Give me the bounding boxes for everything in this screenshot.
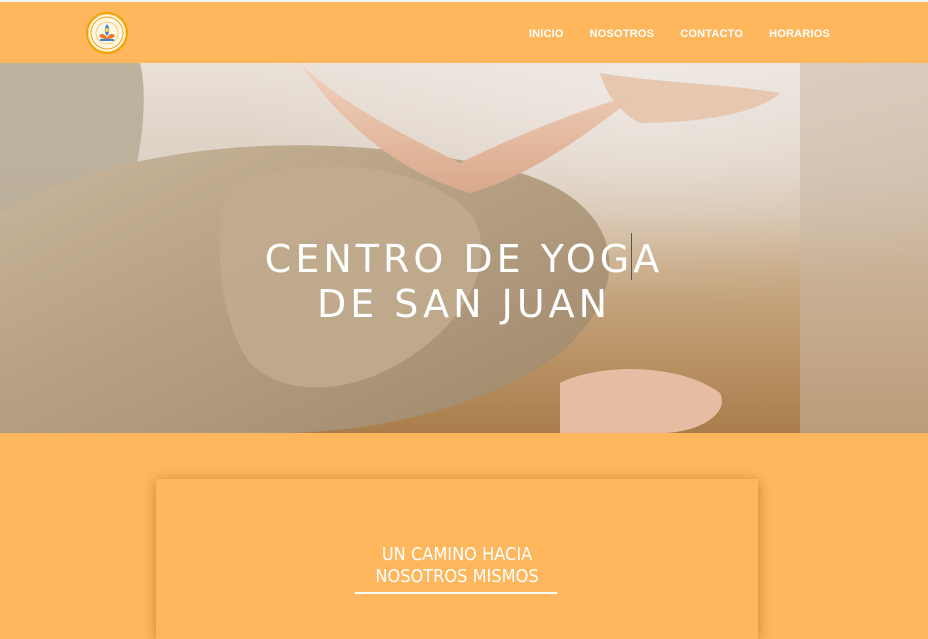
- text-cursor: [631, 233, 632, 280]
- hero-title-line1: CENTRO DE YOGA: [264, 237, 664, 281]
- hero-title: CENTRO DE YOGA DE SAN JUAN: [0, 237, 928, 327]
- nav-link-inicio[interactable]: INICIO: [529, 28, 564, 40]
- site-header: INICIO NOSOTROS CONTACTO HORARIOS: [0, 0, 928, 63]
- intro-card: UN CAMINO HACIA NOSOTROS MISMOS: [156, 479, 758, 639]
- card-heading-line2: NOSOTROS MISMOS: [375, 566, 539, 587]
- hero-title-line2: DE SAN JUAN: [316, 282, 612, 326]
- lotus-logo-icon[interactable]: [86, 12, 128, 54]
- nav-link-horarios[interactable]: HORARIOS: [769, 28, 830, 40]
- card-heading: UN CAMINO HACIA NOSOTROS MISMOS: [156, 544, 758, 588]
- heading-underline: [355, 592, 557, 594]
- hero-banner: CENTRO DE YOGA DE SAN JUAN: [0, 63, 928, 433]
- nav-link-contacto[interactable]: CONTACTO: [680, 28, 743, 40]
- card-heading-line1: UN CAMINO HACIA: [381, 544, 533, 565]
- main-nav: INICIO NOSOTROS CONTACTO HORARIOS: [529, 28, 830, 40]
- nav-link-nosotros[interactable]: NOSOTROS: [590, 28, 655, 40]
